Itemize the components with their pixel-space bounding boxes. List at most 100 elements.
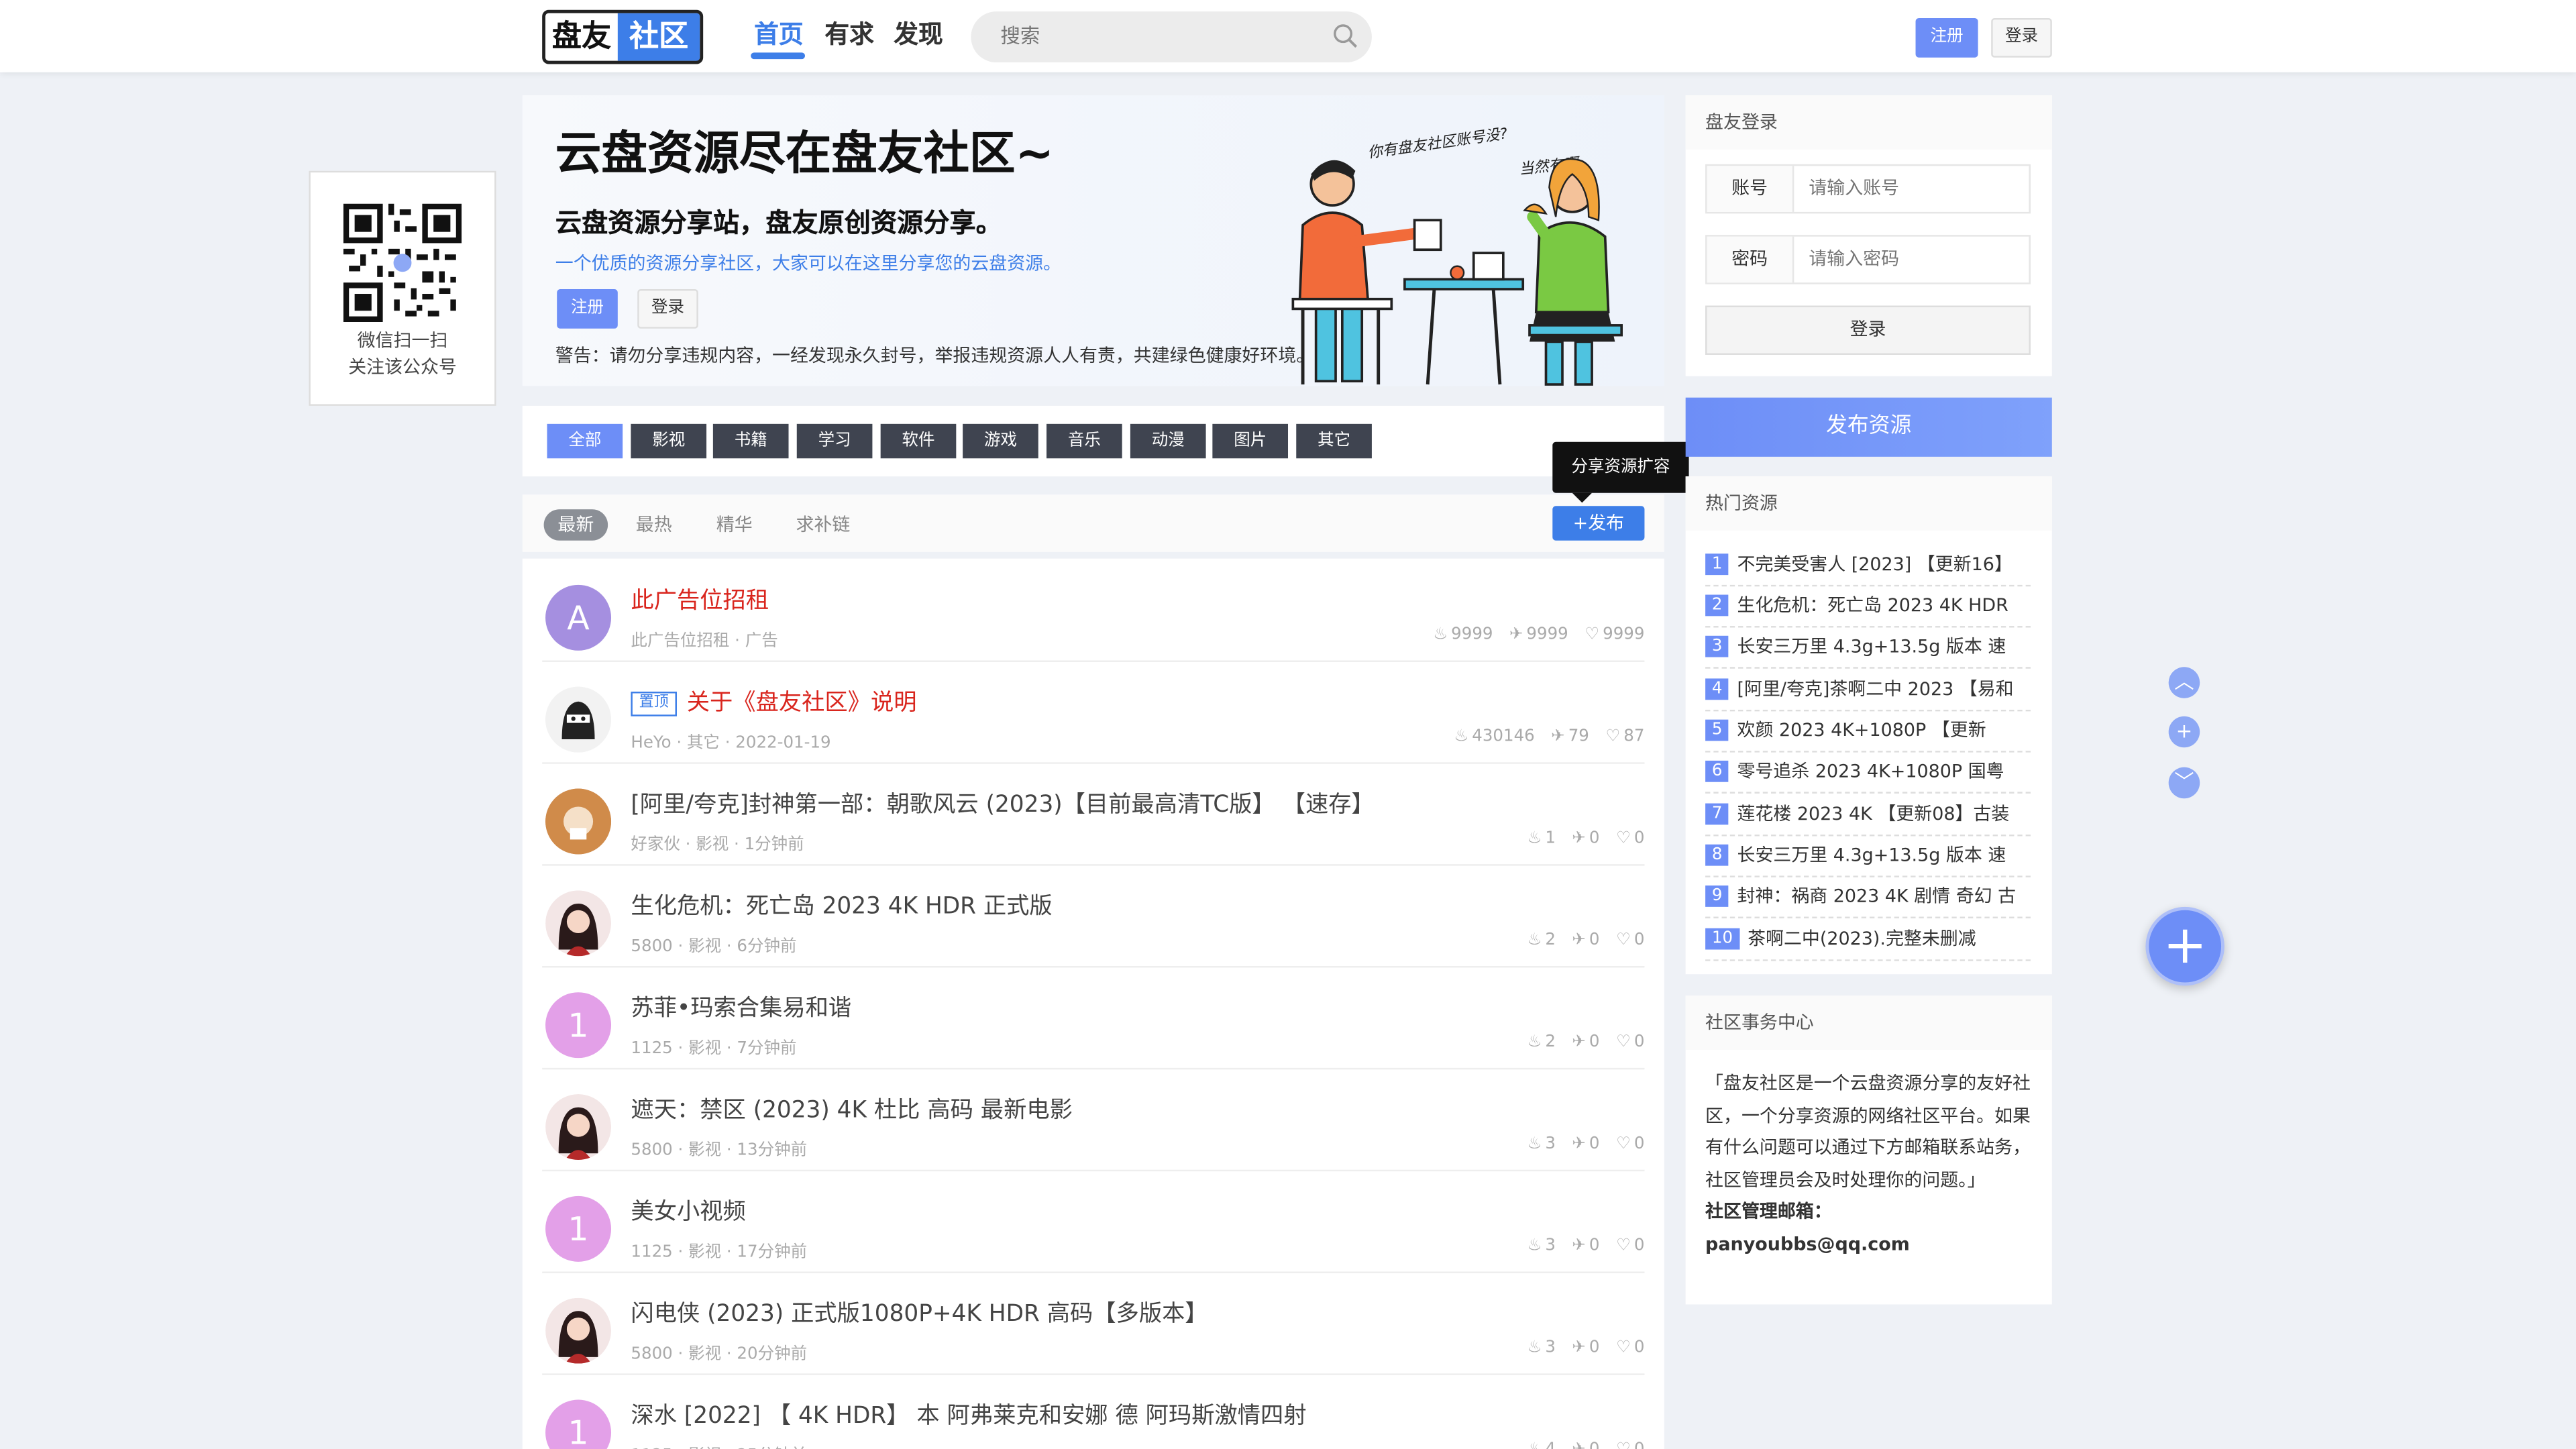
- post-row[interactable]: 置顶 关于《盘友社区》说明 HeYo · 其它 · 2022-01-19 ♨ 430…: [542, 660, 1645, 764]
- password-input[interactable]: [1805, 246, 2026, 272]
- hot-item-title[interactable]: [阿里/夸克]茶啊二中 2023 【易和: [1737, 678, 2014, 700]
- category-software[interactable]: 软件: [880, 423, 957, 459]
- tab-featured[interactable]: 精华: [705, 509, 764, 541]
- post-row[interactable]: 生化危机：死亡岛 2023 4K HDR 正式版 5800 · 影视 · 6分钟…: [542, 864, 1645, 968]
- avatar: 1: [545, 1195, 612, 1262]
- hot-item[interactable]: 4 [阿里/夸克]茶啊二中 2023 【易和: [1705, 669, 2031, 712]
- banner-title: 云盘资源尽在盘友社区~: [555, 126, 1054, 181]
- post-row[interactable]: 1 深水 [2022] 【 4K HDR】 本 阿弗莱克和安娜 德 阿玛斯激情四…: [542, 1373, 1644, 1449]
- scroll-up-button[interactable]: ︿: [2168, 667, 2200, 698]
- site-logo[interactable]: 盘友 社区: [542, 9, 704, 64]
- hot-item-title[interactable]: 欢颜 2023 4K+1080P 【更新: [1737, 720, 1986, 741]
- hot-item-title[interactable]: 莲花楼 2023 4K 【更新08】古装: [1737, 804, 2010, 825]
- fav-count: 0: [1634, 1441, 1645, 1449]
- category-all[interactable]: 全部: [547, 423, 623, 459]
- post-title[interactable]: 此广告位招租: [631, 583, 769, 616]
- tab-hottest[interactable]: 最热: [625, 509, 684, 541]
- nav-home[interactable]: 首页: [754, 16, 804, 50]
- hot-item[interactable]: 10 茶啊二中(2023).完整未删减: [1705, 918, 2031, 961]
- tab-request-link[interactable]: 求补链: [786, 509, 861, 541]
- hot-item-title[interactable]: 茶啊二中(2023).完整未删减: [1748, 928, 1976, 950]
- reply-count: 0: [1589, 931, 1600, 950]
- search-input[interactable]: [997, 23, 1316, 50]
- login-submit-button[interactable]: 登录: [1705, 305, 2031, 355]
- header-login-button[interactable]: 登录: [1991, 17, 2052, 58]
- post-row[interactable]: 遮天：禁区 (2023) 4K 杜比 高码 最新电影 5800 · 影视 · 1…: [542, 1068, 1645, 1172]
- category-anime[interactable]: 动漫: [1130, 423, 1206, 459]
- category-games[interactable]: 游戏: [963, 423, 1038, 459]
- hot-item-title[interactable]: 零号追杀 2023 4K+1080P 国粤: [1737, 761, 2004, 782]
- hero-banner: 云盘资源尽在盘友社区~ 云盘资源分享站，盘友原创资源分享。 一个优质的资源分享社…: [522, 95, 1664, 386]
- category-books[interactable]: 书籍: [712, 423, 789, 459]
- fav-count: 9999: [1603, 626, 1645, 645]
- post-title[interactable]: 苏菲•玛索合集易和谐: [631, 991, 851, 1024]
- hot-item-title[interactable]: 长安三万里 4.3g+13.5g 版本 速: [1737, 636, 2006, 657]
- hot-item-title[interactable]: 长安三万里 4.3g+13.5g 版本 速: [1737, 845, 2006, 866]
- fav-count: 0: [1633, 931, 1645, 950]
- floating-add-button[interactable]: +: [2145, 906, 2224, 986]
- hot-item[interactable]: 8 长安三万里 4.3g+13.5g 版本 速: [1705, 835, 2031, 877]
- password-label: 密码: [1707, 236, 1794, 283]
- banner-register-button[interactable]: 注册: [557, 289, 618, 329]
- post-title[interactable]: 关于《盘友社区》说明: [687, 690, 917, 716]
- post-row[interactable]: 1 美女小视频 1125 · 影视 · 17分钟前 ♨ 3 ✈ 0 ♡ 0: [542, 1170, 1645, 1273]
- account-field: 账号: [1705, 164, 2031, 214]
- like-count: 430146: [1472, 727, 1535, 746]
- post-title[interactable]: 生化危机：死亡岛 2023 4K HDR 正式版: [631, 889, 1052, 922]
- wechat-qr-box: 微信扫一扫 关注该公众号: [309, 170, 496, 406]
- hot-item-title[interactable]: 封神：祸商 2023 4K 剧情 奇幻 古: [1737, 885, 2017, 907]
- reply-icon: ✈: [1572, 829, 1586, 848]
- category-images[interactable]: 图片: [1212, 423, 1289, 459]
- hot-item[interactable]: 3 长安三万里 4.3g+13.5g 版本 速: [1705, 626, 2031, 669]
- publish-button[interactable]: +发布: [1552, 506, 1645, 541]
- header-register-button[interactable]: 注册: [1915, 17, 1978, 58]
- post-stats: ♨ 3 ✈ 0 ♡ 0: [1527, 1135, 1644, 1153]
- post-title[interactable]: 遮天：禁区 (2023) 4K 杜比 高码 最新电影: [631, 1093, 1073, 1126]
- post-title[interactable]: [阿里/夸克]封神第一部：朝歌风云 (2023)【目前最高清TC版】 【速存】: [631, 787, 1374, 820]
- affairs-email[interactable]: panyoubbs@qq.com: [1705, 1233, 1910, 1254]
- page: 盘友 社区 首页 有求 发现 注册 登录: [0, 0, 2576, 1449]
- avatar: [545, 890, 612, 957]
- banner-login-button[interactable]: 登录: [637, 289, 698, 329]
- hot-item[interactable]: 9 封神：祸商 2023 4K 剧情 奇幻 古: [1705, 875, 2031, 918]
- nav-discover[interactable]: 发现: [894, 16, 943, 50]
- tab-latest[interactable]: 最新: [543, 509, 608, 541]
- hot-resources-title: 热门资源: [1685, 476, 2052, 531]
- category-video[interactable]: 影视: [631, 423, 707, 459]
- like-icon: ♨: [1527, 1135, 1542, 1154]
- publish-resource-button[interactable]: 发布资源: [1685, 397, 2052, 457]
- hot-item-title[interactable]: 生化危机：死亡岛 2023 4K HDR: [1737, 595, 2008, 616]
- post-stats: ♨ 1 ✈ 0 ♡ 0: [1527, 830, 1644, 848]
- search-icon[interactable]: [1332, 23, 1358, 49]
- hot-item[interactable]: 7 莲花楼 2023 4K 【更新08】古装: [1705, 794, 2031, 837]
- affairs-text: 「盘友社区是一个云盘资源分享的友好社区，一个分享资源的网络社区平台。如果有什么问…: [1705, 1073, 2031, 1191]
- post-meta: HeYo · 其它 · 2022-01-19: [631, 734, 831, 753]
- quick-add-button[interactable]: +: [2168, 716, 2200, 748]
- fav-count: 0: [1633, 1338, 1645, 1357]
- hot-item[interactable]: 2 生化危机：死亡岛 2023 4K HDR: [1705, 585, 2031, 628]
- hot-item[interactable]: 1 不完美受害人 [2023] 【更新16】: [1705, 544, 2031, 587]
- post-title[interactable]: 深水 [2022] 【 4K HDR】 本 阿弗莱克和安娜 德 阿玛斯激情四射: [631, 1398, 1306, 1431]
- post-row[interactable]: [阿里/夸克]封神第一部：朝歌风云 (2023)【目前最高清TC版】 【速存】 …: [542, 762, 1645, 866]
- post-stats: ♨ 430146 ✈ 79 ♡ 87: [1454, 728, 1644, 746]
- post-row[interactable]: A 此广告位招租 此广告位招租 · 广告 ♨ 9999 ✈ 9999 ♡ 9999: [542, 559, 1645, 662]
- category-music[interactable]: 音乐: [1046, 423, 1122, 459]
- character-avatar-icon: [545, 788, 612, 855]
- hot-item[interactable]: 5 欢颜 2023 4K+1080P 【更新: [1705, 710, 2031, 753]
- qr-caption-2: 关注该公众号: [348, 356, 457, 378]
- post-title[interactable]: 闪电侠 (2023) 正式版1080P+4K HDR 高码【多版本】: [631, 1296, 1208, 1329]
- post-row[interactable]: 闪电侠 (2023) 正式版1080P+4K HDR 高码【多版本】 5800 …: [542, 1272, 1645, 1375]
- category-other[interactable]: 其它: [1296, 423, 1372, 459]
- heart-icon: ♡: [1615, 1135, 1631, 1154]
- hot-item-title[interactable]: 不完美受害人 [2023] 【更新16】: [1737, 553, 2012, 575]
- post-title-wrap[interactable]: 置顶 关于《盘友社区》说明: [631, 685, 917, 718]
- category-study[interactable]: 学习: [796, 423, 873, 459]
- scroll-down-button[interactable]: ﹀: [2168, 767, 2200, 799]
- heart-icon: ♡: [1615, 931, 1631, 950]
- post-title[interactable]: 美女小视频: [631, 1194, 745, 1227]
- qr-code-image: [343, 203, 462, 323]
- nav-requests[interactable]: 有求: [824, 16, 874, 50]
- hot-item[interactable]: 6 零号追杀 2023 4K+1080P 国粤: [1705, 751, 2031, 794]
- account-input[interactable]: [1805, 176, 2026, 201]
- post-row[interactable]: 1 苏菲•玛索合集易和谐 1125 · 影视 · 7分钟前 ♨ 2 ✈ 0 ♡ 0: [542, 966, 1645, 1070]
